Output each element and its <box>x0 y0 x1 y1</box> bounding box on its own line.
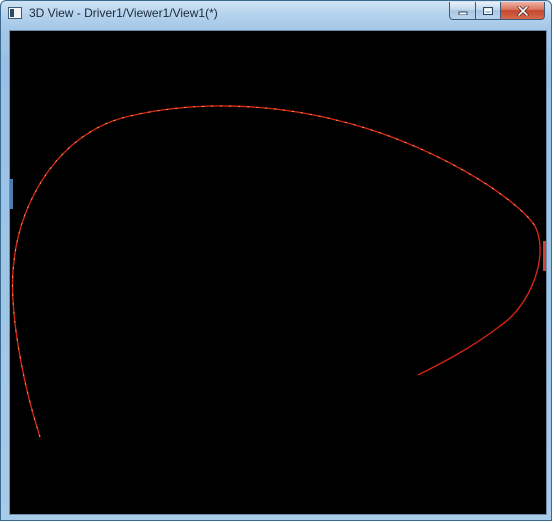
window-title: 3D View - Driver1/Viewer1/View1(*) <box>29 6 218 20</box>
curve-canvas[interactable] <box>10 31 546 514</box>
minimize-icon <box>458 11 467 15</box>
window-app-icon[interactable] <box>8 7 22 19</box>
viewport-edge-marker-left <box>10 179 13 209</box>
spline-curve <box>11 105 541 438</box>
viewport-edge-marker <box>543 241 546 271</box>
maximize-icon <box>483 6 493 15</box>
minimize-button[interactable] <box>449 2 476 20</box>
3d-viewport[interactable] <box>9 30 547 515</box>
close-button[interactable] <box>500 2 545 20</box>
maximize-button[interactable] <box>475 2 501 20</box>
title-bar[interactable]: 3D View - Driver1/Viewer1/View1(*) <box>1 1 551 27</box>
spline-highlight <box>12 105 536 438</box>
close-icon <box>517 5 528 16</box>
app-window: 3D View - Driver1/Viewer1/View1(*) <box>0 0 552 521</box>
